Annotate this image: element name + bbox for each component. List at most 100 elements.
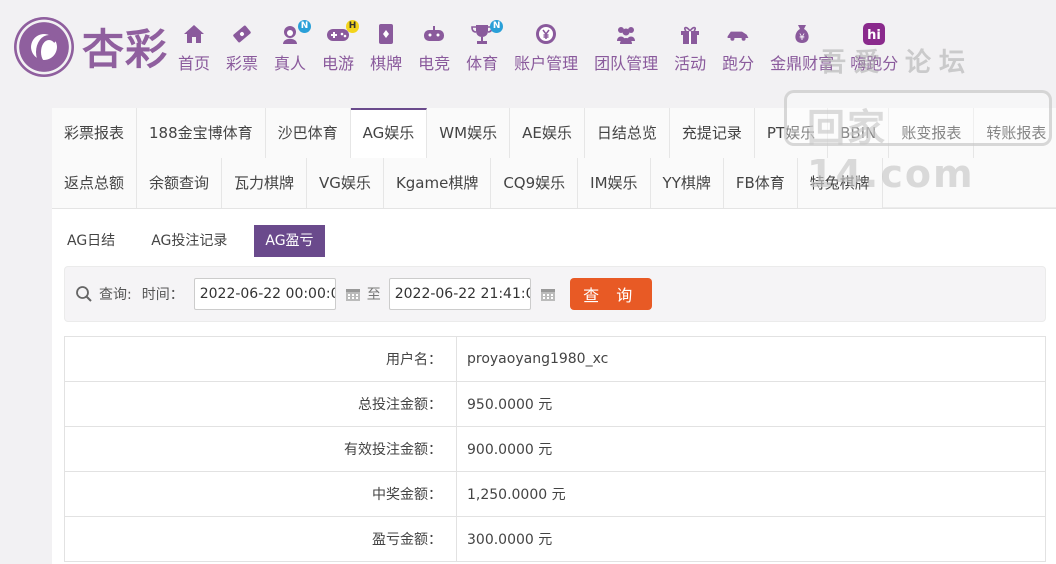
nav-label: 彩票 [226, 54, 259, 73]
tab-rebate-total[interactable]: 返点总额 [52, 158, 138, 208]
nav-label: 团队管理 [594, 54, 659, 73]
row-label-profit-loss: 盈亏金额： [64, 516, 457, 562]
row-value-username: proyaoyang1980_xc [456, 336, 1046, 382]
tab-saba-sports[interactable]: 沙巴体育 [265, 108, 351, 158]
sub-tabs: AG日结 AG投注记录 AG盈亏 [52, 209, 1056, 259]
tab-wali-chess[interactable]: 瓦力棋牌 [222, 158, 308, 208]
nav-item-slots[interactable]: H 电游 [322, 20, 360, 74]
tab-wm-entertainment[interactable]: WM娱乐 [427, 108, 511, 158]
brand-logo[interactable]: 杏彩 [14, 16, 168, 77]
tab-yy-chess[interactable]: YY棋牌 [650, 158, 724, 208]
nav-item-sports[interactable]: N 体育 [466, 20, 504, 74]
tab-deposit-withdraw[interactable]: 充提记录 [669, 108, 755, 158]
tab-bbin[interactable]: BBIN [828, 108, 890, 158]
tab-lottery-report[interactable]: 彩票报表 [52, 108, 138, 158]
esports-controller-icon [421, 22, 447, 46]
live-dealer-icon: N [277, 20, 312, 46]
nav-label: 电游 [322, 54, 355, 73]
report-tabs: 彩票报表 188金宝博体育 沙巴体育 AG娱乐 WM娱乐 AE娱乐 日结总览 充… [52, 108, 1056, 209]
tab-tetu-chess[interactable]: 特兔棋牌 [797, 158, 883, 208]
report-panel: 彩票报表 188金宝博体育 沙巴体育 AG娱乐 WM娱乐 AE娱乐 日结总览 充… [52, 108, 1056, 564]
query-label: 查询: [99, 287, 132, 303]
table-row: 盈亏金额： 300.0000 元 [64, 516, 1046, 562]
tab-cq9-entertainment[interactable]: CQ9娱乐 [491, 158, 579, 208]
table-row: 中奖金额： 1,250.0000 元 [64, 471, 1046, 517]
nav-label: 金鼎财富 [770, 54, 835, 73]
row-label-total-bet: 总投注金额： [64, 381, 457, 427]
calendar-icon[interactable] [345, 286, 361, 302]
nav-item-jinding[interactable]: ¥ 金鼎财富 [770, 22, 834, 74]
tab-account-change[interactable]: 账变报表 [889, 108, 975, 158]
nav-item-team[interactable]: 团队管理 [594, 22, 658, 74]
tab-pt-entertainment[interactable]: PT娱乐 [754, 108, 829, 158]
tab-daily-overview[interactable]: 日结总览 [584, 108, 670, 158]
main-nav: 首页 彩票 N 真人 H 电游 棋牌 电竞 N 体育 账户管理 团队管理 活动 … [170, 20, 906, 74]
gamepad-icon: H [325, 20, 360, 46]
table-row: 总投注金额： 950.0000 元 [64, 381, 1046, 427]
nav-label: 首页 [178, 54, 211, 73]
trophy-icon: N [469, 20, 504, 46]
row-label-username: 用户名： [64, 336, 457, 382]
money-bag-icon: ¥ [789, 22, 815, 46]
nav-label: 棋牌 [370, 54, 403, 73]
table-row: 有效投注金额： 900.0000 元 [64, 426, 1046, 472]
svg-text:hi: hi [867, 28, 881, 43]
tab-row-2: 返点总额 余额查询 瓦力棋牌 VG娱乐 Kgame棋牌 CQ9娱乐 IM娱乐 Y… [52, 158, 1056, 208]
nav-label: 跑分 [722, 54, 755, 73]
nav-item-events[interactable]: 活动 [674, 22, 706, 74]
subtab-ag-profit-loss[interactable]: AG盈亏 [254, 225, 325, 257]
subtab-ag-bet-records[interactable]: AG投注记录 [140, 225, 238, 257]
profit-loss-table: 用户名： proyaoyang1980_xc 总投注金额： 950.0000 元… [64, 336, 1046, 562]
search-icon [76, 286, 92, 302]
nav-label: 账户管理 [514, 54, 579, 73]
nav-item-live[interactable]: N 真人 [274, 20, 312, 74]
row-value-valid-bet: 900.0000 元 [456, 426, 1046, 472]
row-value-profit-loss: 300.0000 元 [456, 516, 1046, 562]
tab-fb-sports[interactable]: FB体育 [723, 158, 798, 208]
car-icon [725, 22, 751, 46]
ticket-icon [229, 22, 255, 46]
calendar-icon[interactable] [540, 286, 556, 302]
nav-label: 活动 [674, 54, 707, 73]
tab-im-entertainment[interactable]: IM娱乐 [578, 158, 651, 208]
nav-item-esports[interactable]: 电竞 [418, 22, 450, 74]
tab-row-1: 彩票报表 188金宝博体育 沙巴体育 AG娱乐 WM娱乐 AE娱乐 日结总览 充… [52, 108, 1056, 158]
brand-name: 杏彩 [82, 25, 169, 74]
start-time-input[interactable] [193, 278, 336, 310]
end-time-input[interactable] [388, 278, 531, 310]
tab-balance-query[interactable]: 余额查询 [137, 158, 223, 208]
nav-item-chess-cards[interactable]: 棋牌 [370, 22, 402, 74]
nav-label: 电竞 [418, 54, 451, 73]
hi-icon: hi [861, 22, 887, 46]
nav-item-hi-paofen[interactable]: hi 嗨跑分 [850, 22, 898, 74]
nav-item-paofen[interactable]: 跑分 [722, 22, 754, 74]
subtab-ag-daily[interactable]: AG日结 [56, 225, 126, 257]
hot-badge: H [346, 20, 360, 33]
new-badge: N [490, 20, 504, 33]
to-label: 至 [366, 287, 381, 303]
nav-item-account[interactable]: 账户管理 [514, 22, 578, 74]
tab-transfer-report[interactable]: 转账报表 [974, 108, 1056, 158]
time-label: 时间： [141, 287, 184, 303]
nav-label: 真人 [274, 54, 307, 73]
brand-logo-mark [14, 16, 74, 77]
nav-label: 嗨跑分 [850, 54, 899, 73]
tab-ag-entertainment[interactable]: AG娱乐 [350, 108, 428, 158]
tab-kgame-chess[interactable]: Kgame棋牌 [383, 158, 492, 208]
row-label-valid-bet: 有效投注金额： [64, 426, 457, 472]
yen-coin-icon [533, 22, 559, 46]
tab-ae-entertainment[interactable]: AE娱乐 [510, 108, 585, 158]
nav-item-lottery[interactable]: 彩票 [226, 22, 258, 74]
table-row: 用户名： proyaoyang1980_xc [64, 336, 1046, 382]
query-button[interactable]: 查 询 [569, 278, 652, 310]
query-bar: 查询: 时间： 至 查 询 [64, 266, 1046, 322]
tab-188-sports[interactable]: 188金宝博体育 [137, 108, 266, 158]
home-icon [181, 22, 207, 46]
site-header: 杏彩 首页 彩票 N 真人 H 电游 棋牌 电竞 N 体育 账户管理 团队管理 … [0, 0, 1056, 100]
row-value-total-bet: 950.0000 元 [456, 381, 1046, 427]
tab-vg-entertainment[interactable]: VG娱乐 [307, 158, 384, 208]
nav-item-home[interactable]: 首页 [178, 22, 210, 74]
row-value-winnings: 1,250.0000 元 [456, 471, 1046, 517]
row-label-winnings: 中奖金额： [64, 471, 457, 517]
nav-label: 体育 [466, 54, 499, 73]
